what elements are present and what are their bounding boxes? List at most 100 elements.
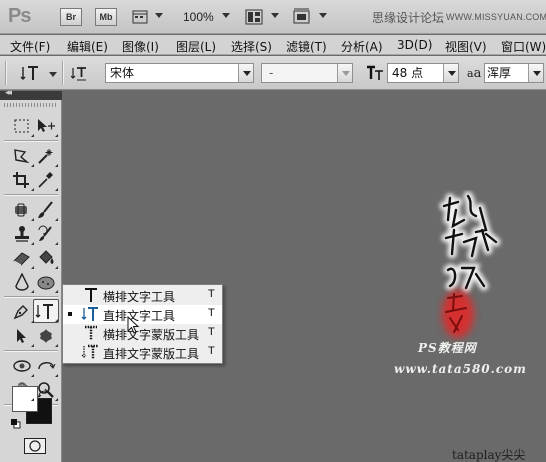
tool-group-triangle-icon <box>31 242 34 245</box>
tool-group-triangle-icon <box>55 398 58 401</box>
flyout-item-vertical-type-mask[interactable]: 直排文字蒙版工具 T <box>63 343 222 362</box>
font-style-select[interactable]: - <box>261 63 353 83</box>
options-bar: 宋体 - 48 点 aa 浑厚 <box>0 56 546 90</box>
antialias-icon: aa <box>467 66 482 81</box>
tool-group-triangle-icon <box>55 188 58 191</box>
toolbox-grip[interactable] <box>4 103 58 107</box>
tool-group-triangle-icon <box>31 374 34 377</box>
collapse-toolbox-icon[interactable]: ◂◂ <box>5 88 12 98</box>
path-selection-icon <box>17 329 26 343</box>
default-colors-button[interactable] <box>11 418 21 429</box>
menu-select[interactable]: 选择(S) <box>231 38 272 55</box>
type-tool-flyout-menu: 横排文字工具 T 直排文字工具 T 横排文字蒙版工具 T 直排文字蒙版工具 T <box>62 284 223 364</box>
antialias-dropdown-icon[interactable] <box>528 64 543 82</box>
font-size-label <box>366 65 386 81</box>
tool-group-triangle-icon <box>55 290 58 293</box>
font-size-select[interactable]: 48 点 <box>387 63 459 83</box>
tool-group-triangle-icon <box>55 242 58 245</box>
eraser-icon <box>13 252 30 266</box>
flyout-item-horizontal-type-mask[interactable]: 横排文字蒙版工具 T <box>63 324 222 343</box>
crop-icon <box>13 172 29 188</box>
arrange-documents-icon <box>245 9 263 25</box>
arrange-documents-dropdown-icon[interactable] <box>271 13 279 18</box>
tool-group-triangle-icon <box>31 188 34 191</box>
3d-rotate-icon <box>13 360 31 372</box>
screen-mode-dropdown-icon[interactable] <box>319 13 327 18</box>
font-family-select[interactable]: 宋体 <box>105 63 254 83</box>
calligraphy-artwork <box>439 191 501 338</box>
toolbox-header[interactable]: ◂◂ <box>0 88 62 100</box>
menu-layer[interactable]: 图层(L) <box>176 38 216 55</box>
launch-bridge-button[interactable]: Br <box>60 8 82 26</box>
zoom-dropdown-icon[interactable] <box>222 13 230 18</box>
vertical-type-icon <box>20 66 38 80</box>
rectangular-marquee-icon <box>14 119 29 133</box>
zoom-level[interactable]: 100% <box>183 10 214 24</box>
antialias-value: 浑厚 <box>487 66 512 80</box>
flyout-item-shortcut: T <box>208 326 215 338</box>
default-colors-icon <box>11 419 21 429</box>
menu-analysis[interactable]: 分析(A) <box>341 38 383 55</box>
tool-group-triangle-icon <box>31 398 34 401</box>
move-icon <box>38 119 55 132</box>
tool-group-triangle-icon <box>55 134 58 137</box>
history-brush-icon <box>38 225 52 241</box>
menu-3d[interactable]: 3D(D) <box>397 38 432 52</box>
blur-icon <box>15 273 29 291</box>
tool-group-triangle-icon <box>55 164 58 167</box>
polygonal-lasso-icon <box>14 149 30 164</box>
screen-mode-icon <box>293 8 310 24</box>
toggle-orientation-button[interactable] <box>70 64 91 82</box>
screen-mode-button[interactable] <box>291 8 317 26</box>
flyout-item-shortcut: T <box>208 307 215 319</box>
vertical-type-mask-icon <box>81 344 101 361</box>
sponge-icon <box>37 276 55 290</box>
flyout-item-vertical-type[interactable]: 直排文字工具 T <box>63 305 222 324</box>
launch-mini-bridge-button[interactable]: Mb <box>95 8 117 26</box>
menu-edit[interactable]: 编辑(E) <box>67 38 108 55</box>
horizontal-type-icon <box>81 287 101 304</box>
site-url-text: www.tata580.com <box>394 362 527 376</box>
font-size-value: 48 点 <box>392 66 424 80</box>
tool-group-triangle-icon <box>55 266 58 269</box>
spot-healing-brush-icon <box>15 203 27 217</box>
font-style-dropdown-icon[interactable] <box>337 64 352 82</box>
menu-filter[interactable]: 滤镜(T) <box>286 38 327 55</box>
quick-mask-icon <box>29 440 41 452</box>
tool-group-triangle-icon <box>31 290 34 293</box>
font-family-dropdown-icon[interactable] <box>238 64 253 82</box>
vertical-type-icon <box>81 306 101 323</box>
custom-shape-icon <box>40 329 52 343</box>
quick-mask-button[interactable] <box>24 438 46 454</box>
menu-file[interactable]: 文件(F) <box>10 38 50 55</box>
menu-image[interactable]: 图像(I) <box>122 38 159 55</box>
tool-group-triangle-icon <box>31 320 34 323</box>
3d-orbit-icon <box>38 362 56 370</box>
watermark-text: tataplay尖尖 <box>452 448 526 462</box>
brand-name: 思缘设计论坛 <box>372 11 445 25</box>
pen-icon <box>13 305 28 320</box>
flyout-item-shortcut: T <box>208 345 215 357</box>
view-extras-dropdown-icon[interactable] <box>155 13 163 18</box>
flyout-item-label: 横排文字工具 <box>103 290 176 304</box>
arrange-documents-button[interactable] <box>244 8 270 26</box>
clone-stamp-icon <box>15 226 29 242</box>
tool-preset-dropdown-icon[interactable] <box>49 72 57 77</box>
flyout-item-label: 直排文字蒙版工具 <box>103 347 200 361</box>
mouse-pointer-icon <box>127 316 140 334</box>
foreground-color-swatch[interactable] <box>12 386 38 412</box>
brand-url: WWW.MISSYUAN.COM <box>446 12 546 22</box>
font-style-value: - <box>269 66 274 80</box>
flyout-item-horizontal-type[interactable]: 横排文字工具 T <box>63 286 222 305</box>
view-extras-icon <box>132 10 148 24</box>
eyedropper-icon <box>38 172 53 188</box>
view-extras-button[interactable] <box>131 8 157 26</box>
font-size-dropdown-icon[interactable] <box>443 64 458 82</box>
flyout-item-shortcut: T <box>208 288 215 300</box>
flyout-item-label: 横排文字蒙版工具 <box>103 328 200 342</box>
menu-view[interactable]: 视图(V) <box>445 38 487 55</box>
antialias-select[interactable]: 浑厚 <box>484 63 544 83</box>
tool-preset-picker[interactable] <box>20 64 46 82</box>
site-tag-text: PS教程网 <box>418 341 477 355</box>
menu-window[interactable]: 窗口(W) <box>501 38 546 55</box>
